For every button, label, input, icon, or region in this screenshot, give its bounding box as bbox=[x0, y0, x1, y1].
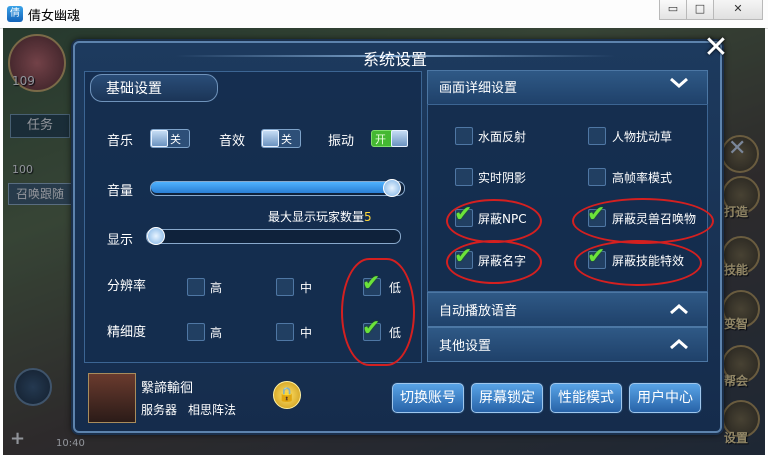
high-fps-label: 高帧率模式 bbox=[612, 171, 673, 185]
close-icon[interactable]: ✕ bbox=[702, 33, 730, 63]
detail-label: 精细度 bbox=[107, 325, 147, 340]
vibrate-toggle-state: 开 bbox=[375, 133, 386, 146]
resolution-label: 分辨率 bbox=[107, 279, 147, 294]
auto-voice-title: 自动播放语音 bbox=[439, 304, 518, 319]
display-slider[interactable] bbox=[146, 229, 401, 244]
annotation-oval-names bbox=[446, 240, 542, 284]
max-players-text: 最大显示玩家数量 bbox=[268, 210, 365, 224]
performance-mode-button[interactable]: 性能模式 bbox=[550, 383, 622, 413]
display-slider-handle[interactable] bbox=[147, 227, 165, 245]
switch-account-button[interactable]: 切换账号 bbox=[392, 383, 464, 413]
resolution-mid-checkbox[interactable] bbox=[276, 278, 294, 296]
max-players-value: 5 bbox=[364, 210, 372, 224]
sfx-label: 音效 bbox=[219, 134, 246, 149]
detail-mid-checkbox[interactable] bbox=[276, 323, 294, 341]
resolution-mid-label: 中 bbox=[300, 281, 313, 295]
detail-mid-label: 中 bbox=[300, 326, 313, 340]
graphics-collapse-icon[interactable] bbox=[668, 72, 690, 94]
graphics-header-title: 画面详细设置 bbox=[439, 81, 518, 96]
auto-voice-expand-icon[interactable] bbox=[668, 298, 690, 320]
chevron-up-icon bbox=[670, 339, 688, 350]
maximize-button[interactable]: □ bbox=[686, 0, 714, 20]
volume-label: 音量 bbox=[107, 184, 134, 199]
basic-settings-title: 基础设置 bbox=[106, 81, 162, 97]
window-close-button[interactable]: ✕ bbox=[713, 0, 763, 20]
water-reflection-checkbox[interactable] bbox=[455, 127, 473, 145]
window-titlebar bbox=[0, 0, 768, 29]
vibrate-toggle-knob bbox=[391, 130, 408, 147]
display-label: 显示 bbox=[107, 233, 134, 248]
music-label: 音乐 bbox=[107, 134, 134, 149]
realtime-shadow-label: 实时阴影 bbox=[478, 171, 527, 185]
lock-icon[interactable]: 🔒 bbox=[273, 381, 301, 409]
music-toggle-state: 关 bbox=[170, 133, 181, 146]
realtime-shadow-checkbox[interactable] bbox=[455, 168, 473, 186]
grass-disturb-label: 人物扰动草 bbox=[612, 130, 673, 144]
window-title: 倩女幽魂 bbox=[28, 9, 81, 24]
annotation-oval-effects bbox=[574, 240, 702, 286]
sfx-toggle-knob bbox=[262, 130, 279, 147]
annotation-oval-low bbox=[341, 258, 415, 366]
grass-disturb-checkbox[interactable] bbox=[588, 127, 606, 145]
player-name: 繄諦輸徊 bbox=[141, 381, 194, 396]
server-label: 服务器 bbox=[141, 403, 178, 417]
minimize-button[interactable]: ▭ bbox=[659, 0, 687, 20]
dialog-title: 系统设置 bbox=[362, 50, 427, 69]
resolution-high-checkbox[interactable] bbox=[187, 278, 205, 296]
app-icon: 倩 bbox=[7, 6, 23, 22]
volume-slider-fill bbox=[151, 182, 397, 193]
annotation-oval-summons bbox=[572, 198, 714, 244]
music-toggle-knob bbox=[151, 130, 168, 147]
resolution-high-label: 高 bbox=[210, 281, 223, 295]
max-players-label: 最大显示玩家数量5 bbox=[268, 208, 372, 225]
other-settings-expand-icon[interactable] bbox=[668, 333, 690, 355]
server-name: 相思阵法 bbox=[188, 403, 237, 417]
chevron-up-icon bbox=[670, 304, 688, 315]
user-center-button[interactable]: 用户中心 bbox=[629, 383, 701, 413]
sfx-toggle-state: 关 bbox=[281, 133, 292, 146]
detail-high-checkbox[interactable] bbox=[187, 323, 205, 341]
other-settings-title: 其他设置 bbox=[439, 339, 492, 354]
high-fps-checkbox[interactable] bbox=[588, 168, 606, 186]
volume-slider-handle[interactable] bbox=[383, 179, 401, 197]
avatar bbox=[88, 373, 136, 423]
lock-screen-button[interactable]: 屏幕锁定 bbox=[471, 383, 543, 413]
annotation-oval-npc bbox=[446, 199, 542, 243]
vibrate-label: 振动 bbox=[328, 134, 355, 149]
chevron-down-icon bbox=[670, 77, 688, 88]
water-reflection-label: 水面反射 bbox=[478, 130, 527, 144]
detail-high-label: 高 bbox=[210, 326, 223, 340]
